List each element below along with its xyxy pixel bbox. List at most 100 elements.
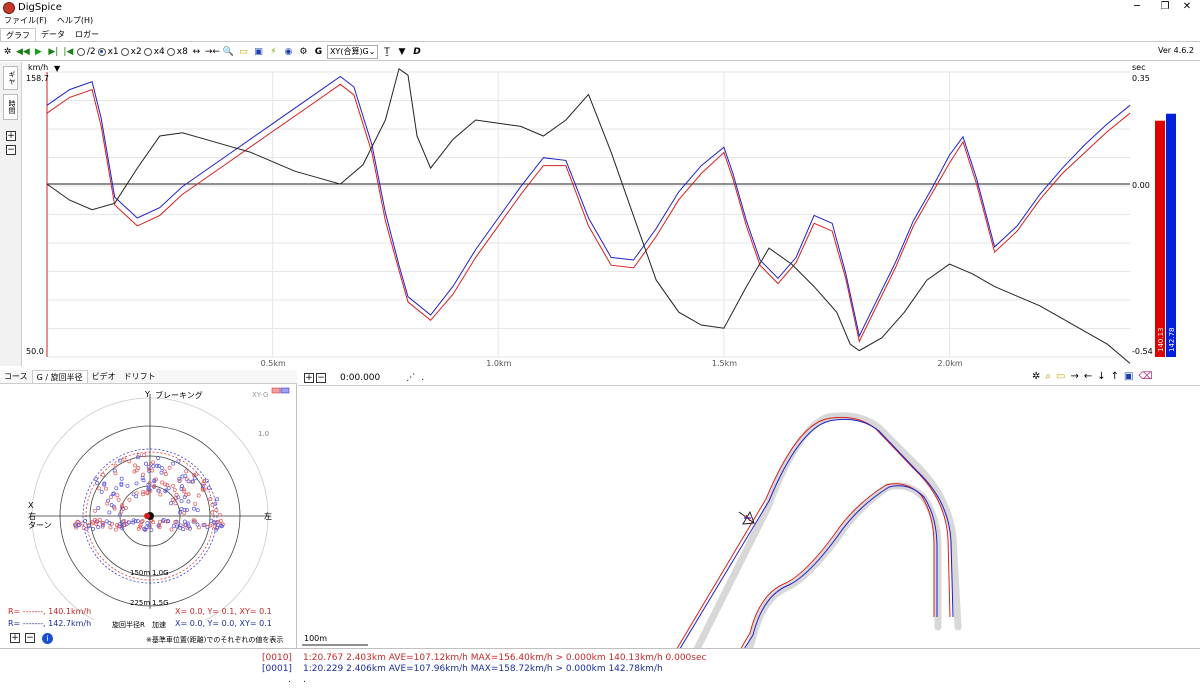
red-lap-summary: 1:20.767 2.403km AVE=107.12km/h MAX=156.…	[303, 653, 707, 663]
gg-point	[171, 461, 175, 466]
right-bottom-label: -0.54	[1132, 347, 1153, 356]
save-icon[interactable]: ▣	[1124, 371, 1133, 382]
gg-point	[115, 493, 120, 498]
gg-point	[127, 497, 132, 502]
arrow-right-icon[interactable]: →	[1070, 371, 1078, 382]
tab-g-radius[interactable]: G / 旋回半径	[31, 370, 88, 383]
accel-label: 加速	[152, 621, 166, 629]
gg-point	[81, 525, 86, 530]
save-icon[interactable]: ▣	[252, 45, 265, 59]
gg-point	[174, 495, 179, 500]
settings-icon[interactable]: ⚙	[297, 45, 310, 59]
gg-point	[170, 498, 175, 502]
minimize-button[interactable]: ─	[1124, 0, 1150, 14]
rewind-icon[interactable]: ◀◀	[16, 45, 30, 59]
x-tick-label: 2.0km	[938, 359, 963, 368]
gg-point	[139, 519, 144, 524]
menu-help[interactable]: ヘルプ(H)	[57, 15, 93, 27]
arrow-up-icon[interactable]: ↑	[1111, 371, 1119, 382]
reset-icon[interactable]: ✲	[1, 45, 14, 59]
expand-icon[interactable]: +	[10, 633, 20, 643]
course-map[interactable]	[298, 387, 1200, 648]
magic-icon[interactable]: ⚡	[267, 45, 280, 59]
open-folder-icon[interactable]: ▭	[237, 45, 250, 59]
fit-width-icon[interactable]: ↔	[190, 45, 203, 59]
gg-point	[108, 525, 113, 530]
gg-point	[179, 499, 184, 504]
collapse-icon[interactable]: −	[6, 145, 16, 155]
tab-logger[interactable]: ロガー	[70, 28, 104, 41]
speed-x2-radio[interactable]: x2	[120, 45, 142, 59]
close-button[interactable]: ✕	[1174, 0, 1200, 14]
ring-225m-label: 225m	[130, 599, 151, 607]
arrow-left-icon[interactable]: ←	[1084, 371, 1092, 382]
gg-point	[107, 510, 112, 515]
marker-icon[interactable]: ▼	[395, 45, 408, 59]
text-cursor-icon[interactable]: Ṯ	[380, 45, 393, 59]
gg-point	[116, 497, 121, 502]
blue-lap-summary: 1:20.229 2.406km AVE=107.96km/h MAX=158.…	[303, 664, 663, 674]
menu-bar: ファイル(F) ヘルプ(H)	[0, 15, 1200, 27]
speed-time-chart[interactable]: 0.5km 1.0km 1.5km 2.0km km/h ▼ 158.7 50.0 s…	[22, 62, 1200, 368]
speed-half-radio[interactable]: /2	[76, 45, 96, 59]
gg-point	[181, 487, 186, 492]
y-axis-label: Y	[145, 390, 150, 399]
gg-point	[213, 501, 218, 506]
gg-diagram[interactable]	[0, 384, 297, 620]
tab-data[interactable]: データ	[36, 28, 70, 41]
map-toolbar: + − 0:00.000 ⋰ . ✲ ⌕ ▭ → ← ↓ ↑ ▣ ⌫	[298, 370, 1200, 386]
gg-point	[114, 486, 119, 491]
scale-label: 100m	[304, 634, 328, 643]
step-forward-icon[interactable]: ▶|	[47, 45, 60, 59]
gg-point	[192, 476, 197, 481]
tab-course[interactable]: コース	[0, 370, 32, 383]
gg-point	[181, 527, 186, 532]
menu-file[interactable]: ファイル(F)	[4, 15, 47, 27]
marker-down-icon[interactable]: ▼	[54, 64, 61, 73]
version-label: Ver 4.6.2	[1158, 46, 1194, 55]
speed-x1-radio[interactable]: x1	[97, 45, 119, 59]
ruler-icon[interactable]: ⋰	[406, 373, 415, 383]
tab-video[interactable]: ビデオ	[88, 370, 120, 383]
xy-select[interactable]: XY(合算)G ⌄	[326, 44, 379, 59]
step-back-icon[interactable]: |◀	[62, 45, 75, 59]
gg-point	[193, 501, 198, 506]
tab-graph[interactable]: グラフ	[0, 28, 36, 41]
g-button[interactable]: G	[312, 45, 325, 59]
gg-point	[104, 486, 108, 491]
d-icon[interactable]: D	[410, 45, 423, 59]
open-folder-icon[interactable]: ▭	[1056, 371, 1065, 382]
gg-point	[169, 501, 173, 506]
globe-icon[interactable]: ◉	[282, 45, 295, 59]
right-unit-label: sec	[1132, 63, 1146, 72]
expand-icon[interactable]: +	[304, 372, 314, 383]
footnote: ※基準車位置(距離)でのそれぞれの値を表示	[146, 636, 284, 644]
gg-point	[176, 459, 181, 464]
expand-icon[interactable]: +	[6, 131, 16, 141]
info-icon[interactable]: i	[42, 633, 53, 644]
shrink-width-icon[interactable]: →←	[205, 45, 220, 59]
gg-point	[215, 497, 220, 502]
radius-label: 旋回半径R	[112, 621, 145, 629]
arrow-down-icon[interactable]: ↓	[1097, 371, 1105, 382]
speed-x4-radio[interactable]: x4	[143, 45, 165, 59]
play-icon[interactable]: ▶	[32, 45, 45, 59]
gg-point	[173, 501, 178, 506]
collapse-icon[interactable]: −	[316, 372, 326, 383]
eraser-icon[interactable]: ⌫	[1138, 371, 1152, 382]
gg-point	[83, 519, 88, 523]
search-icon[interactable]: ⌕	[1045, 371, 1051, 382]
gg-point	[93, 508, 98, 513]
gg-point	[186, 499, 191, 504]
speed-x8-radio[interactable]: x8	[166, 45, 188, 59]
collapse-icon[interactable]: −	[25, 633, 35, 643]
x-tick-label: 0.5km	[261, 359, 286, 368]
left-unit-label: km/h	[28, 63, 48, 72]
reset-icon[interactable]: ✲	[1032, 371, 1040, 382]
chevron-down-icon: ⌄	[368, 47, 376, 56]
tab-drift[interactable]: ドリフト	[120, 370, 160, 383]
time-tab[interactable]: 時間	[3, 94, 18, 120]
blue-speed-bar	[1166, 113, 1176, 357]
search-icon[interactable]: 🔍	[222, 45, 235, 59]
gear-tab[interactable]: ギヤ	[3, 66, 18, 90]
